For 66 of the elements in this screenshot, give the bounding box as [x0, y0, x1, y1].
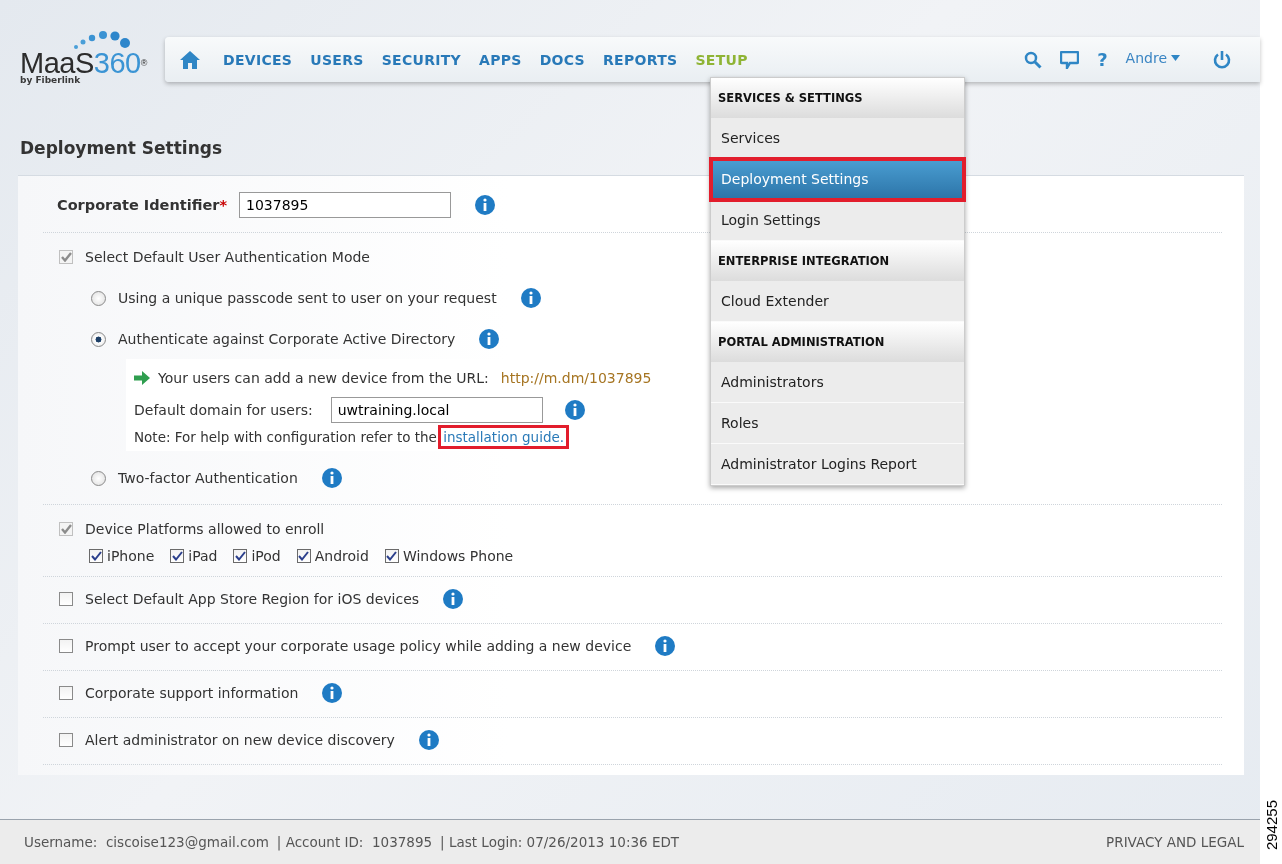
menu-item[interactable]: Login Settings [711, 200, 964, 241]
privacy-link[interactable]: PRIVACY AND LEGAL [1106, 834, 1244, 850]
checkbox[interactable] [59, 733, 73, 747]
menu-item[interactable]: Administrator Logins Report [711, 444, 964, 485]
info-icon[interactable] [443, 589, 464, 609]
home-icon[interactable] [179, 49, 201, 70]
info-icon[interactable] [479, 329, 500, 349]
page-title: Deployment Settings [20, 138, 223, 160]
checkbox[interactable] [59, 686, 73, 700]
logo-wordmark: MaaS360$^{®}$ [20, 50, 149, 76]
nav-tab[interactable]: REPORTS [603, 51, 678, 68]
power-icon[interactable] [1212, 49, 1232, 70]
option-label: Select Default User Authentication Mode [85, 249, 370, 265]
info-icon[interactable] [520, 288, 541, 308]
nav-tab[interactable]: DEVICES [223, 51, 293, 68]
arrow-icon [134, 371, 150, 385]
info-icon[interactable] [475, 195, 495, 215]
option-label: Select Default App Store Region for iOS devices [85, 591, 420, 607]
option-label: Corporate support information [85, 685, 299, 701]
platform-label: Windows Phone [402, 548, 514, 564]
logo-dots-icon [72, 28, 132, 50]
user-menu[interactable]: Andre [1125, 50, 1180, 66]
menu-section-heading: SERVICES & SETTINGS [711, 78, 964, 118]
menu-item[interactable]: Administrators [711, 362, 964, 403]
platform-label: iPhone [107, 548, 155, 564]
menu-item[interactable]: Roles [711, 403, 964, 444]
info-icon[interactable] [321, 468, 342, 488]
nav-tab[interactable]: DOCS [539, 51, 585, 68]
nav-tab[interactable]: APPS [479, 51, 522, 68]
caret-icon [1171, 55, 1180, 61]
option-label: Prompt user to accept your corporate usage policy while adding a new device [85, 638, 632, 654]
info-icon[interactable] [418, 730, 439, 750]
field-label: Default domain for users: [134, 402, 313, 418]
status-text: Username: ciscoise123@gmail.com [24, 834, 269, 850]
nav-tab[interactable]: SECURITY [381, 51, 461, 68]
chat-bubble-icon[interactable] [1060, 50, 1080, 69]
info-icon[interactable] [564, 400, 585, 420]
menu-section-heading: ENTERPRISE INTEGRATION [711, 241, 964, 281]
menu-section-heading: PORTAL ADMINISTRATION [711, 322, 964, 362]
logo-tagline: by Fiberlink [20, 75, 82, 85]
checkbox[interactable] [59, 639, 73, 653]
url-label: Your users can add a new device from the URL: [158, 370, 489, 386]
status-text: | Last Login: 07/26/2013 10:36 EDT [440, 834, 680, 850]
platform-label: iPod [251, 548, 281, 564]
option-label: Device Platforms allowed to enroll [85, 521, 325, 537]
help-note: Note: For help with configuration refer to the installation guide. [134, 429, 694, 445]
info-icon[interactable] [322, 683, 343, 703]
figure-number: 294255 [1262, 799, 1280, 850]
option-label: Two-factor Authentication [118, 470, 298, 486]
status-text: | Account ID: 1037895 [276, 834, 433, 850]
nav-tab[interactable]: SETUP [695, 51, 748, 68]
menu-item[interactable]: Cloud Extender [711, 281, 964, 322]
help-button[interactable]: ? [1097, 49, 1108, 70]
menu-item[interactable]: Deployment Settings [711, 159, 964, 200]
platform-label: Android [314, 548, 369, 564]
nav-tab[interactable]: USERS [310, 51, 364, 68]
option-label: Alert administrator on new device discovery [85, 732, 395, 748]
checkbox[interactable] [59, 592, 73, 606]
option-label: Authenticate against Corporate Active Directory [118, 331, 456, 347]
search-icon[interactable] [1024, 50, 1043, 69]
platform-label: iPad [188, 548, 218, 564]
corporate-identifier-field[interactable]: 1037895 [239, 192, 451, 218]
menu-item[interactable]: Services [711, 118, 964, 159]
option-label: Using a unique passcode sent to user on your request [118, 290, 497, 306]
info-icon[interactable] [655, 636, 676, 656]
field-label: Corporate Identifier* [57, 197, 227, 213]
